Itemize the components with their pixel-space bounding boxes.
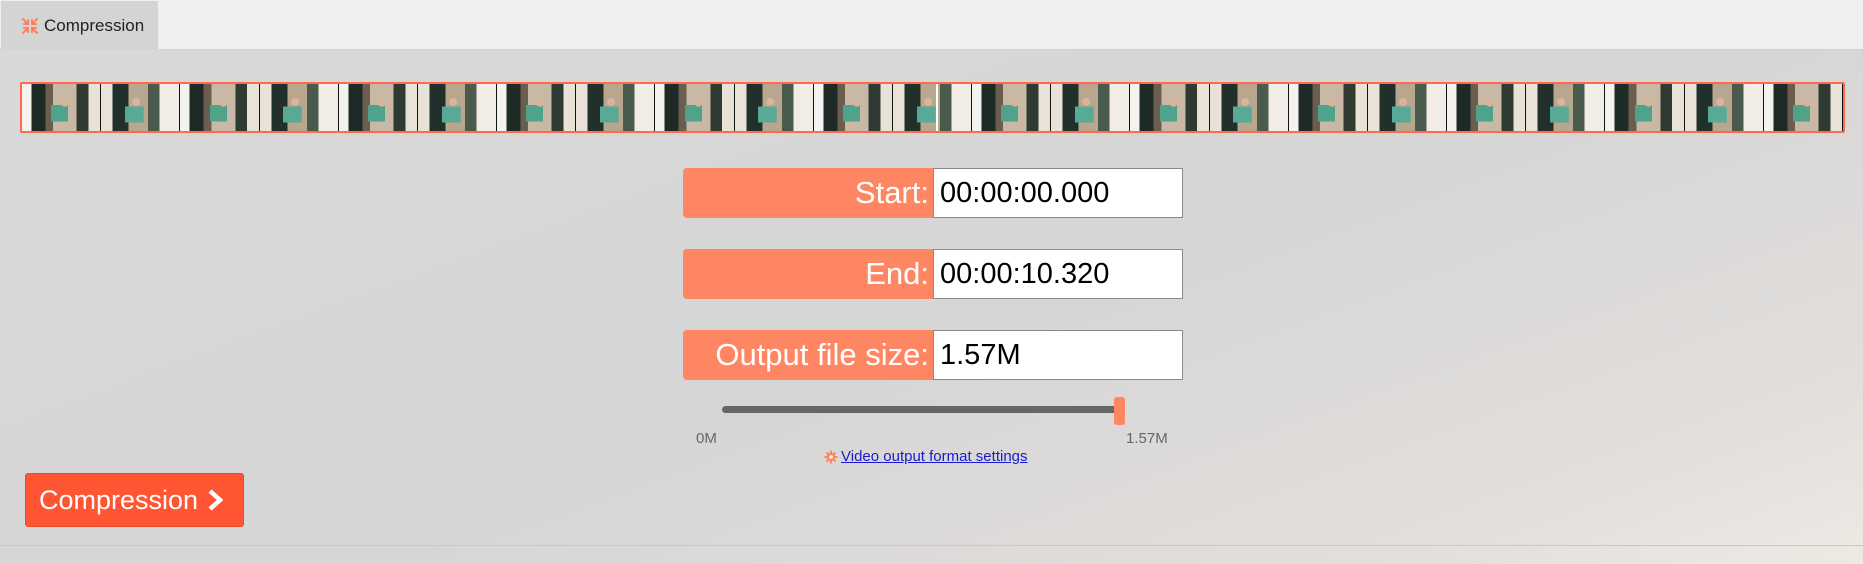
start-time-input[interactable] [933,168,1183,218]
filmstrip-frame [417,84,498,131]
filmstrip-frame [1763,84,1843,131]
filmstrip-frame [1209,84,1289,131]
filmstrip-frame [1130,84,1210,131]
end-time-row: End: [683,249,1183,299]
filmstrip-frame [892,84,973,131]
filmstrip-frame [338,84,418,131]
filmstrip-frame [1605,84,1685,131]
end-label: End: [683,249,935,299]
filmstrip-frame [1367,84,1448,131]
tab-label: Compression [44,15,145,35]
filmstrip-frames [22,84,1843,131]
filmstrip-frame [1447,84,1527,131]
filmstrip-frame [813,84,893,131]
filmstrip-frame [734,84,814,131]
size-slider-thumb[interactable] [1114,397,1125,425]
filmstrip-frame [1684,84,1764,131]
start-time-row: Start: [683,168,1183,218]
tab-bar: Compression [0,0,1863,50]
size-slider-track[interactable] [722,406,1120,413]
chevron-right-icon [208,489,224,511]
slider-min-label: 0M [696,430,717,447]
compression-button-label: Compression [39,484,199,515]
start-label: Start: [683,168,935,218]
filmstrip-frame [180,84,260,131]
filmstrip-frame [259,84,339,131]
compression-button[interactable]: Compression [25,473,244,527]
end-time-input[interactable] [933,249,1183,299]
output-size-input[interactable] [933,330,1183,380]
output-size-row: Output file size: [683,330,1183,380]
filmstrip-frame [101,84,181,131]
tab-compression[interactable]: Compression [1,1,158,50]
format-settings: Video output format settings [824,448,1028,465]
slider-max-label: 1.57M [1126,430,1168,447]
filmstrip-frame [1288,84,1368,131]
filmstrip-frame [22,84,102,131]
filmstrip-frame [497,84,577,131]
filmstrip-frame [1051,84,1131,131]
output-size-label: Output file size: [683,330,935,380]
filmstrip-frame [576,84,656,131]
filmstrip-frame [655,84,735,131]
gear-icon [824,450,838,463]
bottom-divider [0,545,1863,546]
video-filmstrip[interactable] [20,82,1845,133]
filmstrip-frame [972,84,1052,131]
compress-arrows-icon [22,17,38,34]
format-settings-link[interactable]: Video output format settings [841,448,1028,465]
filmstrip-split-marker [936,84,938,131]
filmstrip-frame [1526,84,1606,131]
